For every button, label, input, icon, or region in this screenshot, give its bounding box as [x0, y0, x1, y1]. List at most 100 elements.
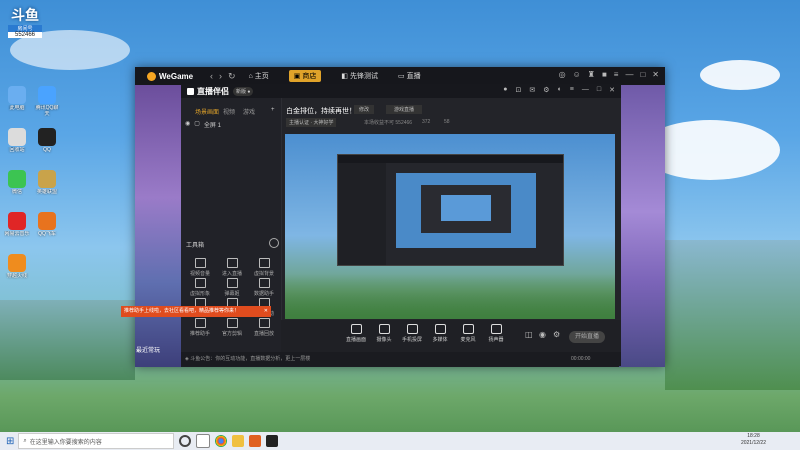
taskbar-clock[interactable]: 18:28 2021/12/22	[741, 433, 766, 447]
desktop-icon[interactable]: 微信	[4, 170, 30, 201]
settings-icon[interactable]: ⚙	[553, 330, 560, 339]
message-icon[interactable]: ✉	[529, 86, 535, 94]
tool-item[interactable]: 推荐助手	[185, 318, 215, 337]
tab-home[interactable]: ⌂ 主页	[249, 71, 269, 81]
stream-preview[interactable]	[285, 134, 615, 319]
minimize-icon[interactable]: —	[625, 70, 633, 79]
user-icon[interactable]: ■	[602, 70, 607, 79]
toolbar-button[interactable]: 直播画面	[343, 324, 369, 343]
app-icon	[38, 212, 56, 230]
desktop-icon[interactable]: 回收站	[4, 128, 30, 159]
desktop-icon-label: 回收站	[9, 147, 25, 153]
desktop-icon[interactable]: QQ	[34, 128, 60, 159]
desktop-land	[665, 240, 800, 390]
eye-icon[interactable]: ◉	[539, 330, 546, 339]
task-view-icon[interactable]	[196, 434, 211, 448]
maximize-icon[interactable]: □	[640, 70, 645, 79]
scene-item[interactable]: ◉ ▢ 全屏 1	[185, 120, 221, 129]
tab-store[interactable]: ▣ 商店	[288, 70, 322, 82]
cortana-icon[interactable]	[179, 435, 192, 447]
toolbar-button-label: 麦克风	[460, 337, 476, 343]
live-timer: 00:00:00	[571, 356, 591, 362]
app-icon	[8, 170, 26, 188]
scene-panel: 场景画面 视频 游戏 + ◉ ▢ 全屏 1 工具箱 视频音量 进入直播 虚拟背景 虚拟形象…	[181, 98, 282, 366]
tool-item[interactable]: 虚拟形象	[185, 278, 215, 297]
stream-app-titlebar: 直播伴侣 新版 ● ● ⊡ ✉ ⚙ ◐ ≡ — □ ✕	[181, 84, 621, 98]
tool-label: 虚拟形象	[189, 291, 210, 297]
wegame-taskbar-icon[interactable]	[266, 435, 279, 447]
lock-icon[interactable]: ▢	[194, 120, 200, 129]
version-badge[interactable]: 新版 ●	[233, 86, 254, 96]
toolbar-button[interactable]: 摄像头	[371, 324, 397, 343]
visible-icon[interactable]: ◉	[185, 120, 190, 129]
tab-video[interactable]: 视频	[223, 107, 235, 116]
toolbar-button[interactable]: 手机投屏	[399, 324, 425, 343]
desktop-icon[interactable]: QQ飞车	[34, 212, 60, 243]
store-icon: ▣	[293, 73, 301, 80]
taskbar-search-input[interactable]: ⌕ 在这里输入你要搜索的内容	[18, 433, 175, 449]
refresh-icon[interactable]: ↻	[228, 71, 236, 82]
toast-close-icon[interactable]: ✕	[264, 306, 268, 317]
settings-icon[interactable]: ⚙	[543, 86, 549, 94]
toolbar-button[interactable]: 麦克风	[455, 324, 481, 343]
tool-item[interactable]: 直播回放	[249, 318, 279, 337]
promo-toast[interactable]: 推荐助手上线啦，去社区看看吧，精品推荐等你来！ ✕	[121, 306, 271, 317]
widget-title: 斗鱼	[11, 7, 39, 23]
tab-test[interactable]: ◧ 先锋测试	[341, 71, 378, 81]
toolbar-button-icon	[406, 324, 418, 334]
menu-icon[interactable]: ≡	[570, 86, 574, 94]
desktop-room-widget[interactable]: 斗鱼 房间号 552466	[8, 5, 42, 45]
tool-label: 官方剪辑	[221, 331, 242, 337]
tool-item[interactable]: 官方剪辑	[217, 318, 247, 337]
close-icon[interactable]: ✕	[609, 86, 615, 94]
stat-income: 本场收益不可 552466	[364, 120, 413, 126]
toolbar-button[interactable]: 扬声器	[483, 324, 509, 343]
app-icon	[8, 212, 26, 230]
stream-app-window: 直播伴侣 新版 ● ● ⊡ ✉ ⚙ ◐ ≡ — □ ✕ 场景画面 视频 游戏 +…	[181, 84, 621, 366]
tools-title: 工具箱	[186, 243, 205, 249]
tab-live[interactable]: ▭ 直播	[398, 71, 421, 81]
tab-game[interactable]: 游戏	[243, 107, 255, 116]
avatar[interactable]: ●	[503, 86, 507, 94]
tool-item[interactable]: 数据助手	[249, 278, 279, 297]
edit-title-button[interactable]: 修改	[354, 105, 375, 114]
tool-label: 视频音量	[189, 271, 210, 277]
desktop-icon[interactable]: 穿越火线	[4, 254, 30, 285]
desktop-icon[interactable]: 此电脑	[4, 86, 30, 117]
start-live-button[interactable]: 开始直播	[569, 331, 605, 343]
gamepad-icon[interactable]: ◎	[559, 70, 566, 79]
tool-item[interactable]: 弹幕姬	[217, 278, 247, 297]
app-icon[interactable]	[249, 435, 262, 447]
recent-played-label[interactable]: 最近常玩	[136, 348, 160, 355]
windows-start-icon[interactable]: ⊞	[6, 436, 14, 447]
tool-item[interactable]: 视频音量	[185, 258, 215, 277]
chrome-icon[interactable]	[215, 435, 228, 447]
file-explorer-icon[interactable]	[232, 435, 245, 447]
back-icon[interactable]: ‹	[210, 71, 213, 81]
desktop-icon[interactable]: 网易云音乐	[4, 212, 30, 243]
tools-more-icon[interactable]	[269, 238, 279, 248]
forward-icon[interactable]: ›	[219, 71, 222, 81]
toolbar-button-icon	[434, 324, 446, 334]
menu-icon[interactable]: ≡	[614, 70, 619, 79]
search-icon: ⌕	[23, 437, 27, 444]
room-info[interactable]: 主播认证 · 大神好学	[286, 118, 337, 127]
toolbar-button[interactable]: 多媒体	[427, 324, 453, 343]
tab-scene[interactable]: 场景画面	[195, 107, 219, 116]
friends-icon[interactable]: ☺	[573, 70, 581, 79]
skin-icon[interactable]: ◐	[558, 86, 562, 94]
desktop-icon[interactable]: 腾讯QQ聊天	[34, 86, 60, 117]
tool-item[interactable]: 虚拟背景	[249, 258, 279, 277]
shop-bag-icon[interactable]: ♜	[588, 70, 595, 79]
wegame-logo[interactable]: WeGame	[147, 71, 207, 81]
close-icon[interactable]: ✕	[652, 70, 659, 79]
camera-icon[interactable]: ◫	[525, 330, 533, 339]
add-scene-icon[interactable]: +	[271, 107, 275, 113]
tool-item[interactable]: 进入直播	[217, 258, 247, 277]
preview-grass	[285, 274, 615, 319]
maximize-icon[interactable]: □	[597, 86, 601, 94]
category-select[interactable]: 游戏直播	[386, 105, 423, 114]
minimize-icon[interactable]: —	[582, 86, 589, 94]
desktop-icon[interactable]: 英雄联盟	[34, 170, 60, 201]
notification-icon[interactable]: ⊡	[516, 86, 522, 94]
